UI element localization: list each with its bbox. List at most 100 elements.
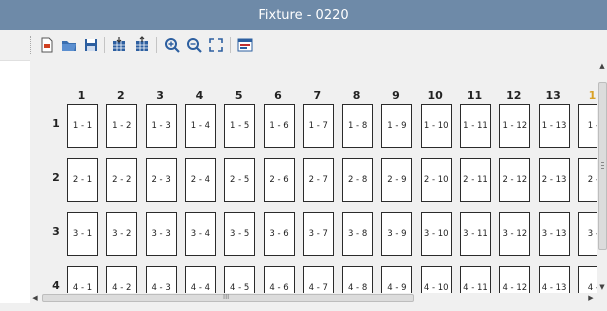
fixture-cell[interactable]: 3 - 4 [184,212,216,256]
fixture-cell[interactable]: 4 - 13 [538,266,570,293]
column-header: 9 [392,89,400,102]
fixture-cell[interactable]: 4 - 9 [381,266,413,293]
zoom-in-button[interactable] [163,36,181,54]
fixture-cell[interactable]: 3 - 1 [67,212,98,256]
fixture-cell[interactable]: 2 - 1 [67,158,98,202]
fixture-cell[interactable]: 1 - 8 [342,104,374,148]
save-icon [85,39,97,51]
window-title: Fixture - 0220 [258,7,349,23]
new-file-icon [41,37,53,53]
toolbar-separator [230,37,231,53]
fixture-cell[interactable]: 2 - 6 [263,158,295,202]
fixture-cell[interactable]: 4 - 8 [342,266,374,293]
scrollbar-corner [597,293,607,303]
fixture-cell[interactable]: 3 - 10 [420,212,452,256]
fixture-cell[interactable]: 2 - 2 [106,158,138,202]
fixture-cell[interactable]: 3 - 5 [224,212,256,256]
fixture-cell[interactable]: 1 - 1 [67,104,98,148]
fit-to-window-button[interactable] [207,36,225,54]
column-header: 11 [466,89,483,102]
horizontal-scroll-thumb[interactable]: III [42,293,414,302]
fixture-cell[interactable]: 4 - 7 [302,266,334,293]
window-title-bar: Fixture - 0220 [0,0,607,30]
column-header: 7 [313,89,322,102]
column-header: 12 [506,89,522,102]
status-bar [0,303,607,311]
scroll-left-arrow-icon[interactable]: ◀ [30,293,40,303]
fixture-cell[interactable]: 1 - 3 [145,104,177,148]
fixture-cell[interactable]: 2 - 4 [184,158,216,202]
fixture-cell[interactable]: 3 - 7 [302,212,334,256]
zoom-out-button[interactable] [185,36,203,54]
fixture-cell[interactable]: 2 - 10 [420,158,452,202]
fixture-cell[interactable]: 3 - 2 [106,212,138,256]
new-file-button[interactable] [38,36,56,54]
thumb-grip-line [601,162,604,163]
fixture-cell[interactable]: 2 - 11 [460,158,491,202]
scroll-up-arrow-icon[interactable]: ▲ [598,61,606,71]
fixture-cell[interactable]: 2 - 8 [342,158,374,202]
fixture-cell[interactable]: 2 - 5 [224,158,256,202]
zoom-in-icon [165,38,180,53]
fixture-cell[interactable]: 4 - 5 [224,266,256,293]
horizontal-scrollbar[interactable]: ◀ III ▶ [30,293,597,303]
fixture-cell[interactable]: 4 - 10 [420,266,452,293]
import-button[interactable] [110,36,128,54]
import-grid-icon [113,37,125,51]
fixture-cell[interactable]: 3 - 11 [460,212,491,256]
vertical-scrollbar[interactable]: ▲ ▼ [597,60,607,293]
save-button[interactable] [82,36,100,54]
fixture-cell[interactable]: 1 - 4 [184,104,216,148]
fixture-cell[interactable]: 3 - 8 [342,212,374,256]
toolbar-separator [156,37,157,53]
row-header: 3 [52,225,60,238]
open-folder-icon [62,41,76,51]
toolbar-grip[interactable] [30,36,33,54]
fixture-cell[interactable]: 4 - 12 [499,266,531,293]
properties-icon [237,38,253,52]
fixture-cell[interactable]: 4 - 2 [106,266,138,293]
column-header: 13 [545,89,561,102]
column-header: 3 [156,89,164,102]
fixture-cell[interactable]: 1 - 6 [263,104,295,148]
fixture-cell[interactable]: 4 - [577,266,597,293]
fixture-cell[interactable]: 1 - [577,104,597,148]
fixture-cell[interactable]: 1 - 7 [302,104,334,148]
fixture-cell[interactable]: 4 - 4 [184,266,216,293]
fixture-cell[interactable]: 2 - 13 [538,158,570,202]
scroll-right-arrow-icon[interactable]: ▶ [586,293,596,303]
properties-button[interactable] [236,36,254,54]
thumb-grip: III [223,293,230,301]
export-button[interactable] [133,36,151,54]
fixture-cell[interactable]: 3 - 9 [381,212,413,256]
fixture-cell[interactable]: 3 - 13 [538,212,570,256]
fixture-cell[interactable]: 1 - 10 [420,104,452,148]
fixture-cell[interactable]: 1 - 11 [460,104,491,148]
scroll-down-arrow-icon[interactable]: ▼ [598,282,606,292]
fixture-cell[interactable]: 2 - 7 [302,158,334,202]
open-folder-button[interactable] [60,36,78,54]
fixture-cell[interactable]: 2 - 9 [381,158,413,202]
fixture-cell[interactable]: 1 - 12 [499,104,531,148]
fixture-cell[interactable]: 2 - 12 [499,158,531,202]
fixture-cell[interactable]: 3 - 6 [263,212,295,256]
fixture-grid-viewport[interactable]: 1 2 3 4 5 6 7 8 9 10 11 12 13 1 1 1 - 11 - 21 - 31 - 41… [30,60,597,293]
fixture-cell[interactable]: 1 - 2 [106,104,138,148]
fixture-cell[interactable]: 3 - 3 [145,212,177,256]
fixture-cell[interactable]: 1 - 9 [381,104,413,148]
column-header: 2 [116,89,125,102]
fixture-cell[interactable]: 1 - 13 [538,104,570,148]
fixture-cell[interactable]: 1 - 5 [224,104,256,148]
fixture-cell[interactable]: 3 - [577,212,597,256]
vertical-scroll-thumb[interactable] [598,82,607,250]
fixture-cell[interactable]: 2 - [577,158,597,202]
row-header: 1 [52,117,60,130]
fixture-cell[interactable]: 4 - 1 [67,266,98,293]
fixture-cell[interactable]: 3 - 12 [499,212,531,256]
toolbar [0,30,607,61]
fixture-cell[interactable]: 4 - 6 [263,266,295,293]
fixture-cell[interactable]: 4 - 11 [460,266,491,293]
column-header: 5 [234,89,243,102]
fixture-cell[interactable]: 2 - 3 [145,158,177,202]
fixture-cell[interactable]: 4 - 3 [145,266,177,293]
